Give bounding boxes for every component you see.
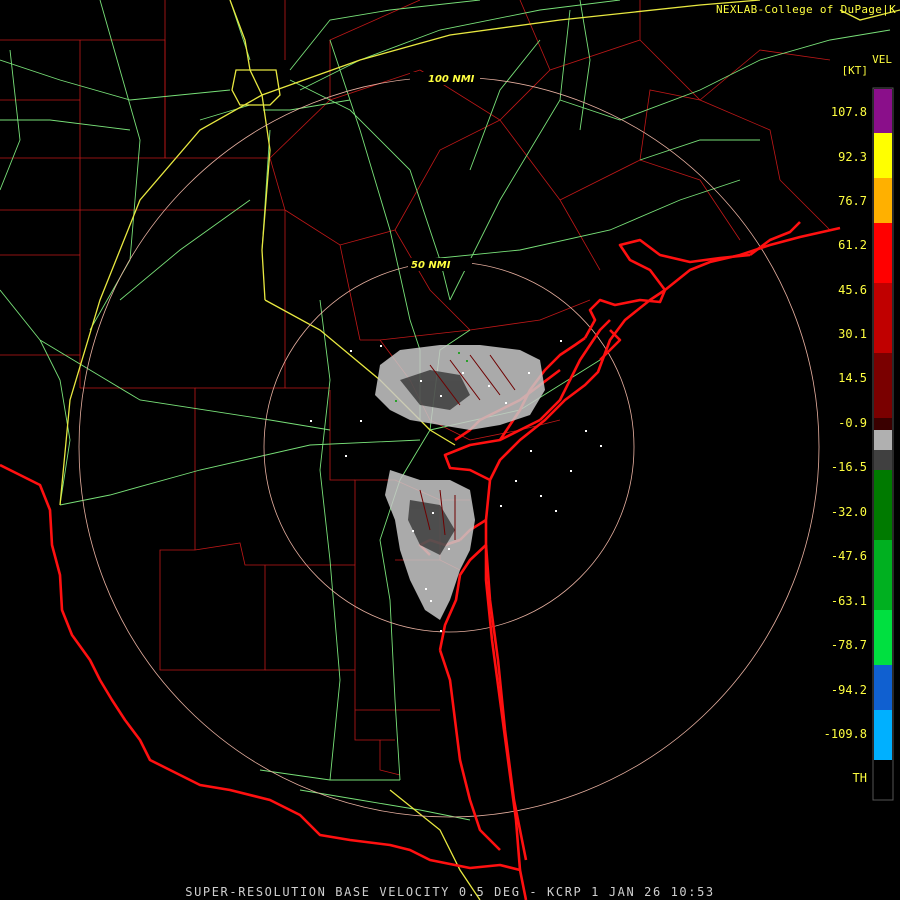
scale-tick-label: 92.3	[838, 150, 867, 164]
range-ring-100-label: 100 NMI	[428, 74, 475, 85]
scale-tick-label: 30.1	[838, 327, 867, 341]
scale-tick-label: -47.6	[830, 549, 867, 563]
scale-tick-label: -109.8	[823, 727, 867, 741]
scale-tick-label: TH	[852, 771, 867, 785]
scale-tick-label: -0.9	[838, 416, 867, 430]
scale-tick-label: 61.2	[838, 238, 867, 252]
range-rings	[78, 76, 820, 818]
scale-tick-label: -78.7	[830, 638, 867, 652]
header-credit: NEXLAB-College of DuPage|K	[716, 3, 896, 16]
radar-map: 50 NMI 100 NMI	[0, 0, 900, 900]
scale-tick-label: -63.1	[830, 594, 867, 608]
velocity-echoes	[310, 340, 602, 632]
velocity-color-scale	[872, 87, 894, 801]
scale-tick-label: 45.6	[838, 283, 867, 297]
scale-tick-label: -32.0	[830, 505, 867, 519]
interstates	[59, 0, 900, 900]
scale-tick-label: -94.2	[830, 683, 867, 697]
scale-tick-label: 107.8	[830, 105, 867, 119]
unit-label: [KT]	[841, 64, 869, 77]
range-ring-100	[78, 76, 820, 818]
scale-tick-label: 14.5	[838, 371, 867, 385]
product-label: VEL	[872, 53, 892, 66]
scale-tick-label: -16.5	[830, 460, 867, 474]
range-ring-50-label: 50 NMI	[411, 260, 451, 271]
product-caption: SUPER-RESOLUTION BASE VELOCITY 0.5 DEG -…	[185, 885, 715, 899]
scale-tick-label: 76.7	[838, 194, 867, 208]
